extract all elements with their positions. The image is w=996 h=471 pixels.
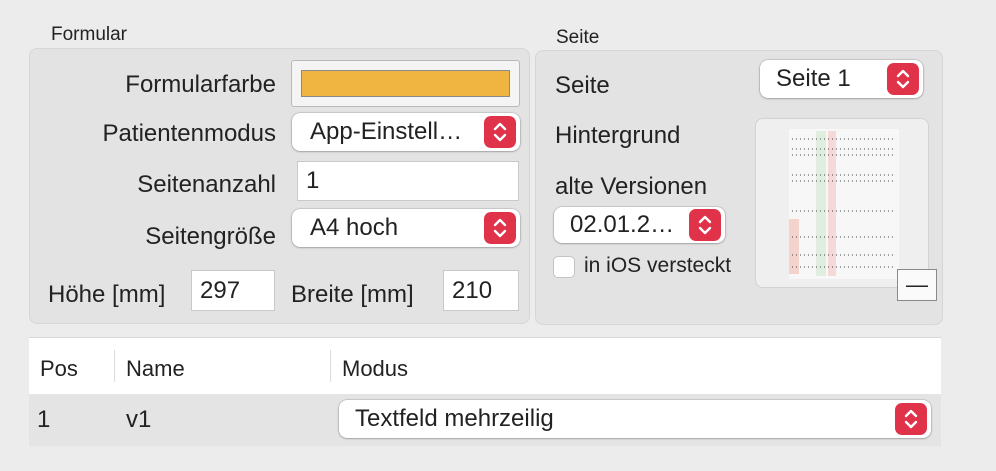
page-popup[interactable]: Seite 1 [760,60,923,98]
row-mode-stepper-icon [895,403,927,435]
form-color-swatch [301,70,510,97]
page-popup-value: Seite 1 [776,65,851,92]
height-label: Höhe [mm] [48,281,166,308]
form-color-well[interactable] [291,60,520,107]
remove-background-button[interactable]: — [897,269,937,301]
patient-mode-popup[interactable]: App-Einstell… [292,113,520,151]
background-thumbnail[interactable] [755,118,929,288]
width-input[interactable]: 210 [443,270,519,311]
minus-icon: — [906,272,928,297]
page-size-label: Seitengröße [145,223,276,250]
form-color-label: Formularfarbe [125,71,276,98]
seite-group-title: Seite [556,27,600,48]
page-size-value: A4 hoch [310,214,399,241]
page-count-value: 1 [306,167,320,194]
row-pos-cell: 1 [37,406,51,433]
patient-mode-value: App-Einstell… [310,118,463,145]
column-header-modus[interactable]: Modus [342,356,408,382]
ios-hidden-checkbox[interactable] [553,256,575,278]
old-versions-stepper-icon [689,209,721,241]
page-count-label: Seitenanzahl [137,171,276,198]
row-mode-popup[interactable]: Textfeld mehrzeilig [339,400,931,438]
page-stepper-icon [887,63,919,95]
column-separator[interactable] [330,350,331,382]
formular-group-title: Formular [51,24,128,45]
column-separator[interactable] [114,350,115,382]
old-versions-popup[interactable]: 02.01.2… [554,207,725,243]
table-row[interactable]: 1 v1 Textfeld mehrzeilig [29,394,941,446]
old-versions-label: alte Versionen [555,173,708,200]
empty-table-area [29,446,941,471]
background-preview-image [789,129,899,279]
patient-mode-label: Patientenmodus [102,120,276,147]
page-label: Seite [555,72,610,99]
patient-mode-stepper-icon [484,116,516,148]
height-value: 297 [200,276,241,304]
page-size-popup[interactable]: A4 hoch [292,209,520,247]
fields-table: Pos Name Modus 1 v1 Textfeld mehrzeilig [29,337,941,471]
width-label: Breite [mm] [291,281,414,308]
column-header-name[interactable]: Name [126,356,185,382]
page-count-input[interactable]: 1 [297,161,519,201]
background-label: Hintergrund [555,122,681,149]
width-value: 210 [452,276,493,304]
row-mode-value: Textfeld mehrzeilig [355,405,554,432]
old-versions-value: 02.01.2… [570,211,675,238]
page-size-stepper-icon [484,212,516,244]
column-header-pos[interactable]: Pos [40,356,78,382]
row-name-cell: v1 [126,406,152,433]
ios-hidden-label[interactable]: in iOS versteckt [584,254,731,278]
height-input[interactable]: 297 [191,270,275,311]
